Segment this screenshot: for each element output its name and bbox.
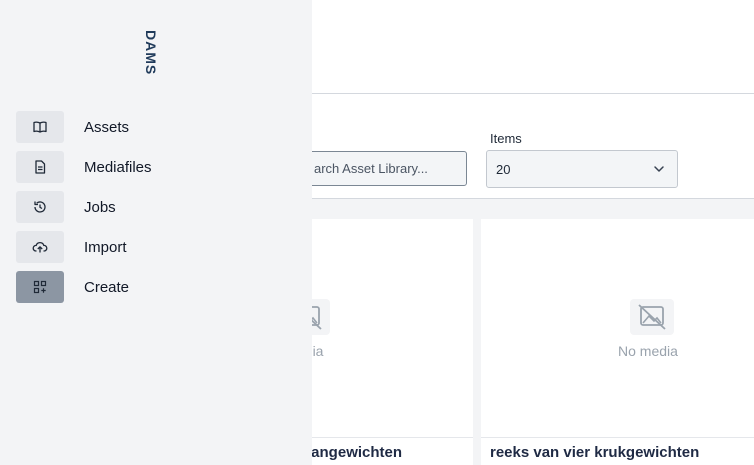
card-title: raangewichten bbox=[297, 444, 403, 461]
sidebar-item-label: Create bbox=[84, 279, 130, 296]
brand-name: DAMS bbox=[143, 30, 159, 76]
no-media-icon bbox=[630, 299, 674, 335]
card-media: No media bbox=[481, 219, 754, 438]
sidebar-item-label: Jobs bbox=[84, 199, 116, 216]
sidebar-item-jobs[interactable]: Jobs bbox=[16, 191, 296, 223]
sidebar: DAMS Assets Mediafiles Jobs Import Creat… bbox=[0, 0, 312, 465]
sidebar-item-label: Import bbox=[84, 239, 127, 256]
items-label: Items bbox=[490, 131, 522, 146]
sidebar-item-label: Assets bbox=[84, 119, 130, 136]
chevron-down-icon bbox=[654, 166, 664, 172]
grid-plus-icon bbox=[16, 271, 64, 303]
book-icon bbox=[16, 111, 64, 143]
history-icon bbox=[16, 191, 64, 223]
document-icon bbox=[16, 151, 64, 183]
brand-logo: DAMS bbox=[143, 30, 163, 78]
sidebar-item-assets[interactable]: Assets bbox=[16, 111, 296, 143]
no-media-label: No media bbox=[618, 343, 678, 359]
upload-icon bbox=[16, 231, 64, 263]
sidebar-item-label: Mediafiles bbox=[84, 159, 152, 176]
sidebar-item-create[interactable]: Create bbox=[16, 271, 296, 303]
sidebar-item-import[interactable]: Import bbox=[16, 231, 296, 263]
items-per-page-select[interactable]: 20 bbox=[486, 150, 678, 188]
asset-card[interactable]: No media reeks van vier krukgewichten bbox=[481, 219, 754, 465]
card-title: reeks van vier krukgewichten bbox=[490, 444, 700, 461]
items-per-page-value: 20 bbox=[496, 162, 511, 177]
sidebar-item-mediafiles[interactable]: Mediafiles bbox=[16, 151, 296, 183]
